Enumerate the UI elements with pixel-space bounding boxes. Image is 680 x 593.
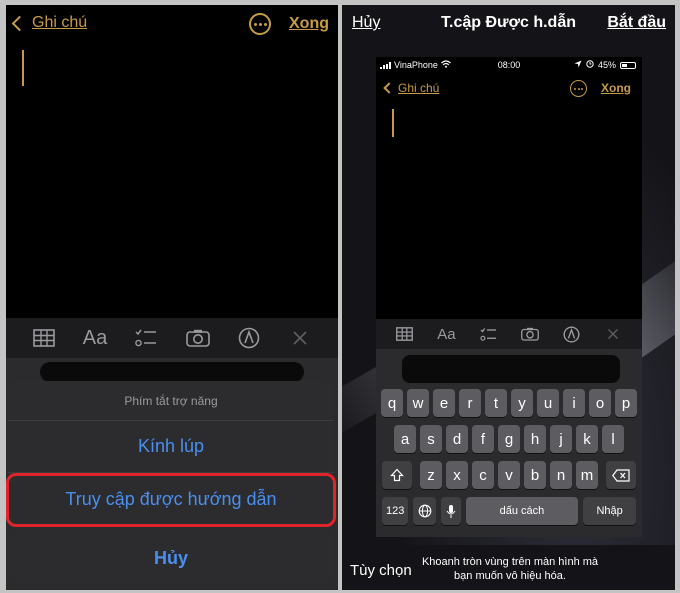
camera-icon[interactable] xyxy=(185,326,211,350)
table-icon xyxy=(395,325,415,343)
options-button[interactable]: Tùy chọn xyxy=(350,562,412,579)
key: x xyxy=(445,461,469,489)
notes-nav-bar: Ghi chú Xong xyxy=(6,5,338,45)
key: p xyxy=(614,389,638,417)
done-button[interactable]: Xong xyxy=(289,15,329,33)
key: v xyxy=(497,461,521,489)
sheet-title: Phím tắt trợ năng xyxy=(8,381,334,421)
magnifier-option[interactable]: Kính lúp xyxy=(8,421,334,473)
markup-icon xyxy=(561,325,581,343)
sheet-cancel-button[interactable]: Hủy xyxy=(8,533,334,583)
numbers-key: 123 xyxy=(382,497,409,525)
key: g xyxy=(497,425,521,453)
close-icon[interactable] xyxy=(287,326,313,350)
key: f xyxy=(471,425,495,453)
chevron-left-icon xyxy=(383,82,395,94)
checklist-icon xyxy=(478,325,498,343)
alarm-icon xyxy=(586,60,594,70)
key: h xyxy=(523,425,547,453)
keyboard-row-4: 123 dấu cách Nhập xyxy=(376,497,642,525)
keyboard-row-1: qwertyuiop xyxy=(376,389,642,417)
key: z xyxy=(419,461,443,489)
microphone-icon xyxy=(441,497,461,525)
chevron-left-icon xyxy=(11,15,28,31)
more-options-icon[interactable] xyxy=(249,13,271,35)
camera-icon xyxy=(520,325,540,343)
cancel-button[interactable]: Hủy xyxy=(352,14,380,32)
key: w xyxy=(406,389,430,417)
keyboard-suggestion-bar xyxy=(40,362,304,382)
key: j xyxy=(549,425,573,453)
key: o xyxy=(588,389,612,417)
enter-key: Nhập xyxy=(583,497,636,525)
guided-access-bottom-bar: Tùy chọn Khoanh tròn vùng trên màn hình … xyxy=(342,545,675,590)
key: r xyxy=(458,389,482,417)
key: d xyxy=(445,425,469,453)
back-button[interactable]: Ghi chú xyxy=(10,14,87,32)
key: u xyxy=(536,389,560,417)
globe-icon xyxy=(413,497,437,525)
key: c xyxy=(471,461,495,489)
start-button[interactable]: Bắt đầu xyxy=(607,14,666,32)
key: s xyxy=(419,425,443,453)
preview-notes-toolbar: Aa xyxy=(376,319,642,349)
screenshot-frame: Ghi chú Xong Aa Phím tắt trợ năng Kính l… xyxy=(0,0,680,593)
key: q xyxy=(380,389,404,417)
keyboard-suggestion-bar xyxy=(402,355,620,383)
preview-back-label: Ghi chú xyxy=(398,81,440,95)
key: m xyxy=(575,461,599,489)
key: t xyxy=(484,389,508,417)
markup-icon[interactable] xyxy=(236,326,262,350)
more-options-icon xyxy=(570,80,587,97)
keyboard-row-3-letters: zxcvbnm xyxy=(419,461,599,489)
back-label: Ghi chú xyxy=(32,14,88,31)
text-cursor xyxy=(392,109,394,137)
keyboard-row-2: asdfghjkl xyxy=(376,425,642,453)
key: k xyxy=(575,425,599,453)
preview-back-button: Ghi chú xyxy=(382,81,439,95)
text-format-icon[interactable]: Aa xyxy=(82,326,108,350)
key: b xyxy=(523,461,547,489)
keyboard-row-3: zxcvbnm xyxy=(376,461,642,489)
right-phone-screen: T.cập Được h.dẫn Hủy Bắt đầu VinaPhone 0… xyxy=(342,5,675,590)
text-format-icon: Aa xyxy=(437,325,456,343)
close-icon xyxy=(603,325,623,343)
battery-percent: 45% xyxy=(597,60,616,70)
key: e xyxy=(432,389,456,417)
table-icon[interactable] xyxy=(31,326,57,350)
guided-access-nav-bar: T.cập Được h.dẫn Hủy Bắt đầu xyxy=(342,5,675,45)
space-key: dấu cách xyxy=(465,497,579,525)
guided-access-highlight xyxy=(6,473,336,527)
checklist-icon[interactable] xyxy=(133,326,159,350)
key: l xyxy=(601,425,625,453)
shift-key xyxy=(382,461,412,489)
instruction-text: Khoanh tròn vùng trên màn hình mà bạn mu… xyxy=(421,556,599,582)
battery-icon xyxy=(620,61,636,69)
preview-keyboard: qwertyuiop asdfghjkl zxcvbnm 123 dấu các… xyxy=(376,349,642,537)
app-preview[interactable]: VinaPhone 08:00 45% Ghi chú Xong Aa q w … xyxy=(376,57,642,537)
left-phone-screen: Ghi chú Xong Aa Phím tắt trợ năng Kính l… xyxy=(6,5,338,590)
preview-done-button: Xong xyxy=(601,81,631,95)
location-icon xyxy=(574,60,582,70)
notes-toolbar: Aa xyxy=(6,318,338,358)
key: y xyxy=(510,389,534,417)
text-cursor xyxy=(22,50,24,86)
backspace-key xyxy=(606,461,636,489)
status-bar: VinaPhone 08:00 45% xyxy=(376,57,642,73)
key: a xyxy=(393,425,417,453)
key: n xyxy=(549,461,573,489)
key: i xyxy=(562,389,586,417)
